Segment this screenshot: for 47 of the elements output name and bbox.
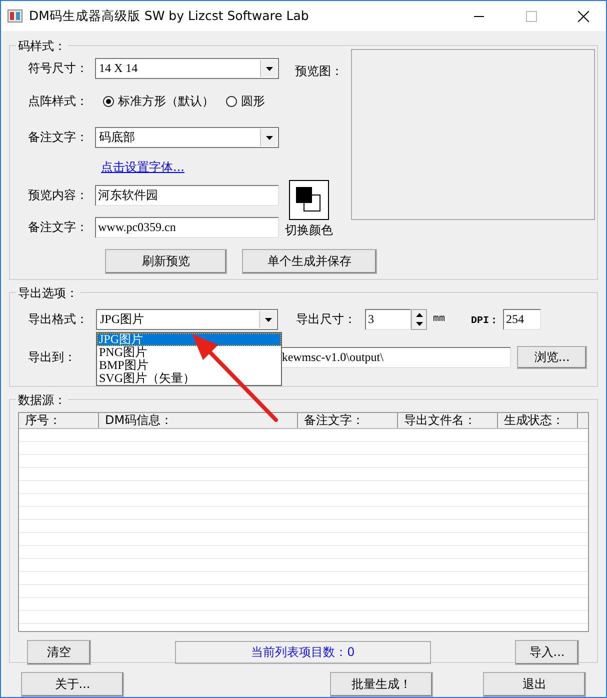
close-icon[interactable] bbox=[578, 10, 588, 22]
group-title: 数据源： bbox=[16, 392, 68, 409]
clear-button[interactable]: 清空 bbox=[27, 640, 91, 665]
import-button[interactable]: 导入... bbox=[515, 640, 579, 665]
field-label: 导出格式： bbox=[28, 311, 89, 328]
size-dropdown[interactable]: 14 X 14 bbox=[95, 58, 279, 79]
action-button[interactable]: 退出 bbox=[483, 672, 586, 697]
content-field[interactable]: 河东软件园 bbox=[95, 185, 279, 206]
field-label: 预览内容： bbox=[28, 187, 89, 204]
field-label: 符号尺寸： bbox=[28, 60, 89, 77]
caret-icon bbox=[266, 136, 272, 140]
radio-option[interactable]: 标准方形（默认） bbox=[103, 93, 214, 110]
preview-label: 预览图： bbox=[295, 63, 343, 80]
column-header[interactable]: 备注文字： bbox=[298, 413, 398, 428]
color-swap-label: 切换颜色 bbox=[285, 222, 333, 239]
action-button[interactable]: 刷新预览 bbox=[105, 249, 227, 274]
unit-label: mm bbox=[433, 314, 446, 326]
action-button[interactable]: 关于... bbox=[21, 672, 124, 697]
size-field[interactable]: 3 bbox=[365, 309, 411, 330]
color-swap-icon[interactable] bbox=[289, 180, 329, 220]
action-button[interactable]: 批量生成！ bbox=[330, 672, 433, 697]
app-icon bbox=[7, 8, 23, 24]
field-label: DPI： bbox=[471, 314, 500, 327]
field-label: 导出到： bbox=[28, 349, 77, 366]
dropdown-option[interactable]: PNG图片 bbox=[97, 346, 281, 360]
field-label: 点阵样式： bbox=[28, 93, 89, 110]
browse-button[interactable]: 浏览... bbox=[517, 346, 588, 370]
item-count-status: 当前列表项目数：0 bbox=[175, 641, 431, 664]
radio-option[interactable]: 圆形 bbox=[226, 93, 265, 110]
field-label: 备注文字： bbox=[28, 219, 89, 236]
caret-icon bbox=[266, 66, 272, 70]
action-button[interactable]: 单个生成并保存 bbox=[242, 249, 377, 274]
window-title: DM码生成器高级版 SW by Lizcst Software Lab bbox=[29, 8, 310, 24]
caret-icon bbox=[264, 318, 272, 322]
field-label: 备注文字： bbox=[28, 129, 89, 146]
column-header[interactable]: 序号： bbox=[19, 413, 99, 428]
note-field[interactable]: www.pc0359.cn bbox=[95, 217, 279, 238]
field-label: 导出尺寸： bbox=[296, 311, 357, 328]
dpi-field[interactable]: 254 bbox=[503, 309, 542, 330]
font-link[interactable]: 点击设置字体... bbox=[101, 159, 184, 176]
spin-buttons[interactable] bbox=[411, 309, 427, 330]
dropdown-option[interactable]: SVG图片（矢量） bbox=[97, 372, 281, 386]
column-header[interactable]: 导出文件名： bbox=[398, 413, 498, 428]
column-header[interactable]: DM码信息： bbox=[99, 413, 298, 428]
note-dropdown[interactable]: 码底部 bbox=[95, 127, 279, 148]
format-dropdown[interactable]: JPG图片 bbox=[96, 309, 278, 330]
column-header[interactable]: 生成状态： bbox=[498, 413, 578, 428]
